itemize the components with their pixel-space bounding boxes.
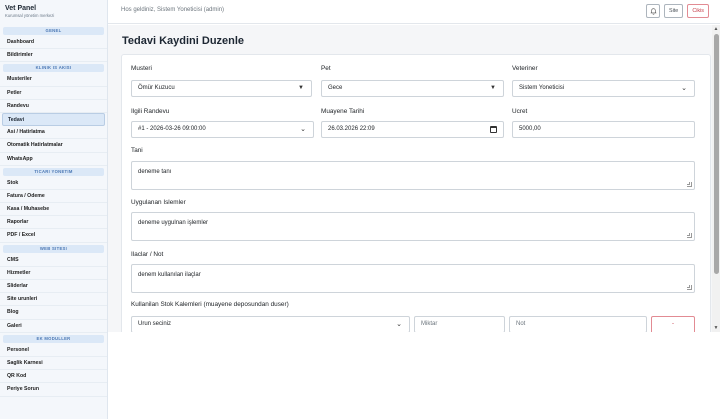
sidebar-item-randevu[interactable]: Randevu [0, 100, 107, 113]
resize-grip-icon[interactable] [687, 233, 692, 238]
chevron-down-icon: ⌄ [681, 85, 687, 92]
stok-product-placeholder: Urun seciniz [138, 321, 172, 327]
logout-button[interactable]: Cikis [687, 4, 709, 18]
tani-label: Tani [131, 147, 143, 154]
resize-grip-icon[interactable] [687, 285, 692, 290]
islemler-label: Uygulanan Islemler [131, 199, 186, 206]
bell-icon [650, 7, 657, 15]
islemler-value: deneme uygulnan işlemler [138, 220, 209, 226]
calendar-icon[interactable] [490, 126, 497, 133]
muayene-date-input[interactable]: 26.03.2026 22:09 [321, 121, 504, 138]
welcome-text: Hos geldiniz, Sistem Yoneticisi (admin) [121, 7, 225, 13]
top-actions: Site Cikis [646, 4, 709, 18]
veteriner-select[interactable]: Sistem Yoneticisi ⌄ [512, 80, 695, 97]
pet-label: Pet [321, 65, 331, 72]
sidebar-item-kasa-muhasebe[interactable]: Kasa / Muhasebe [0, 203, 107, 217]
sidebar-item-blog[interactable]: Blog [0, 306, 107, 320]
muayene-value: 26.03.2026 22:09 [328, 126, 375, 132]
caret-down-icon: ▼ [298, 85, 304, 91]
randevu-value: #1 - 2026-03-26 09:00:00 [138, 126, 206, 132]
sidebar-item-cms[interactable]: CMS [0, 254, 107, 267]
ucret-input[interactable]: 5000,00 [512, 121, 695, 138]
sidebar-item-otomatik-hatirlatmalar[interactable]: Otomatik Hatirlatmalar [0, 139, 107, 153]
sidebar-item-fatura-odeme[interactable]: Fatura / Odeme [0, 190, 107, 204]
stok-qty-input[interactable]: Miktar [414, 316, 505, 333]
sidebar: Vet Panel Kurumsal yönetim merkezi GENEL… [0, 0, 108, 419]
musteri-label: Musteri [131, 65, 152, 72]
sidebar-section-header: GENEL [3, 27, 104, 35]
stok-qty-placeholder: Miktar [421, 321, 438, 327]
page-title: Tedavi Kaydini Duzenle [122, 35, 245, 47]
scroll-up-icon[interactable]: ▲ [712, 25, 720, 33]
sidebar-section-header: EK MODULLER [3, 334, 104, 343]
veteriner-value: Sistem Yoneticisi [519, 85, 565, 91]
ilaclar-value: denem kullanılan ilaçlar [138, 272, 201, 278]
sidebar-item-tedavi[interactable]: Tedavi [2, 112, 105, 127]
ilaclar-label: Ilaclar / Not [131, 251, 164, 258]
sidebar-section-header: WEB SITESI [3, 244, 104, 253]
veteriner-label: Veteriner [512, 65, 538, 72]
sidebar-item-pdf-excel[interactable]: PDF / Excel [0, 229, 107, 243]
sidebar-section-header: TICARI YONETIM [3, 167, 104, 176]
resize-grip-icon[interactable] [687, 182, 692, 187]
stok-note-input[interactable]: Not [509, 316, 647, 333]
page-bottom [108, 332, 720, 419]
sidebar-item-galeri[interactable]: Galeri [0, 320, 107, 333]
treatment-form-card: Musteri Ömür Kuzucu ▼ Pet Gece ▼ Veterin… [121, 54, 711, 364]
chevron-down-icon: ⌄ [396, 321, 402, 328]
caret-down-icon: ▼ [490, 85, 496, 91]
scroll-thumb[interactable] [713, 34, 719, 274]
stok-note-placeholder: Not [516, 321, 526, 327]
brand-subtitle: Kurumsal yönetim merkezi [5, 13, 55, 18]
page-scrollbar[interactable]: ▲ ▼ [712, 25, 720, 332]
sidebar-item-raporlar[interactable]: Raporlar [0, 216, 107, 230]
tani-textarea[interactable]: deneme tanı [131, 161, 695, 190]
sidebar-item-petler[interactable]: Petler [0, 87, 107, 100]
sidebar-item-bildirimler[interactable]: Bildirimler [0, 49, 107, 63]
site-button[interactable]: Site [664, 4, 684, 18]
sidebar-item-asi-hatirlatma[interactable]: Asi / Hatirlatma [0, 126, 107, 140]
randevu-label: Ilgili Randevu [131, 108, 170, 115]
sidebar-item-stok[interactable]: Stok [0, 177, 107, 190]
sidebar-item-site-urunleri[interactable]: Site urunleri [0, 293, 107, 307]
scroll-down-icon[interactable]: ▼ [712, 324, 720, 332]
sidebar-section-header: KLINIK IS AKISI [3, 64, 104, 73]
sidebar-item-hizmetler[interactable]: Hizmetler [0, 267, 107, 280]
randevu-select[interactable]: #1 - 2026-03-26 09:00:00 ⌄ [131, 121, 314, 138]
sidebar-nav: GENEL Dashboard Bildirimler KLINIK IS AKISI… [0, 27, 107, 397]
stok-product-select[interactable]: Urun seciniz ⌄ [131, 316, 410, 333]
sidebar-item-saglik-karnesi[interactable]: Saglik Karnesi [0, 357, 107, 371]
musteri-select[interactable]: Ömür Kuzucu ▼ [131, 80, 312, 97]
sidebar-item-sliderlar[interactable]: Sliderlar [0, 280, 107, 294]
sidebar-item-personel[interactable]: Personel [0, 344, 107, 357]
brand-title: Vet Panel [5, 5, 37, 12]
sidebar-item-dashboard[interactable]: Dashboard [0, 36, 107, 50]
sidebar-item-whatsapp[interactable]: WhatsApp [0, 153, 107, 166]
tani-value: deneme tanı [138, 169, 172, 175]
ilaclar-textarea[interactable]: denem kullanılan ilaçlar [131, 264, 695, 293]
brand: Vet Panel Kurumsal yönetim merkezi [0, 0, 107, 25]
notifications-button[interactable] [646, 4, 661, 18]
pet-value: Gece [328, 85, 343, 91]
stok-label: Kullanilan Stok Kalemleri (muayene depos… [131, 301, 289, 308]
pet-select[interactable]: Gece ▼ [321, 80, 504, 97]
topbar: Hos geldiniz, Sistem Yoneticisi (admin) … [108, 0, 720, 24]
muayene-label: Muayene Tarihi [321, 108, 365, 115]
chevron-down-icon: ⌄ [300, 126, 306, 133]
sidebar-item-qr-kod[interactable]: QR Kod [0, 370, 107, 384]
islemler-textarea[interactable]: deneme uygulnan işlemler [131, 212, 695, 241]
ucret-value: 5000,00 [519, 126, 541, 132]
ucret-label: Ucret [512, 108, 528, 115]
sidebar-item-musteriler[interactable]: Musteriler [0, 73, 107, 87]
sidebar-item-periye-sorun[interactable]: Periye Sorun [0, 383, 107, 397]
musteri-value: Ömür Kuzucu [138, 85, 175, 91]
